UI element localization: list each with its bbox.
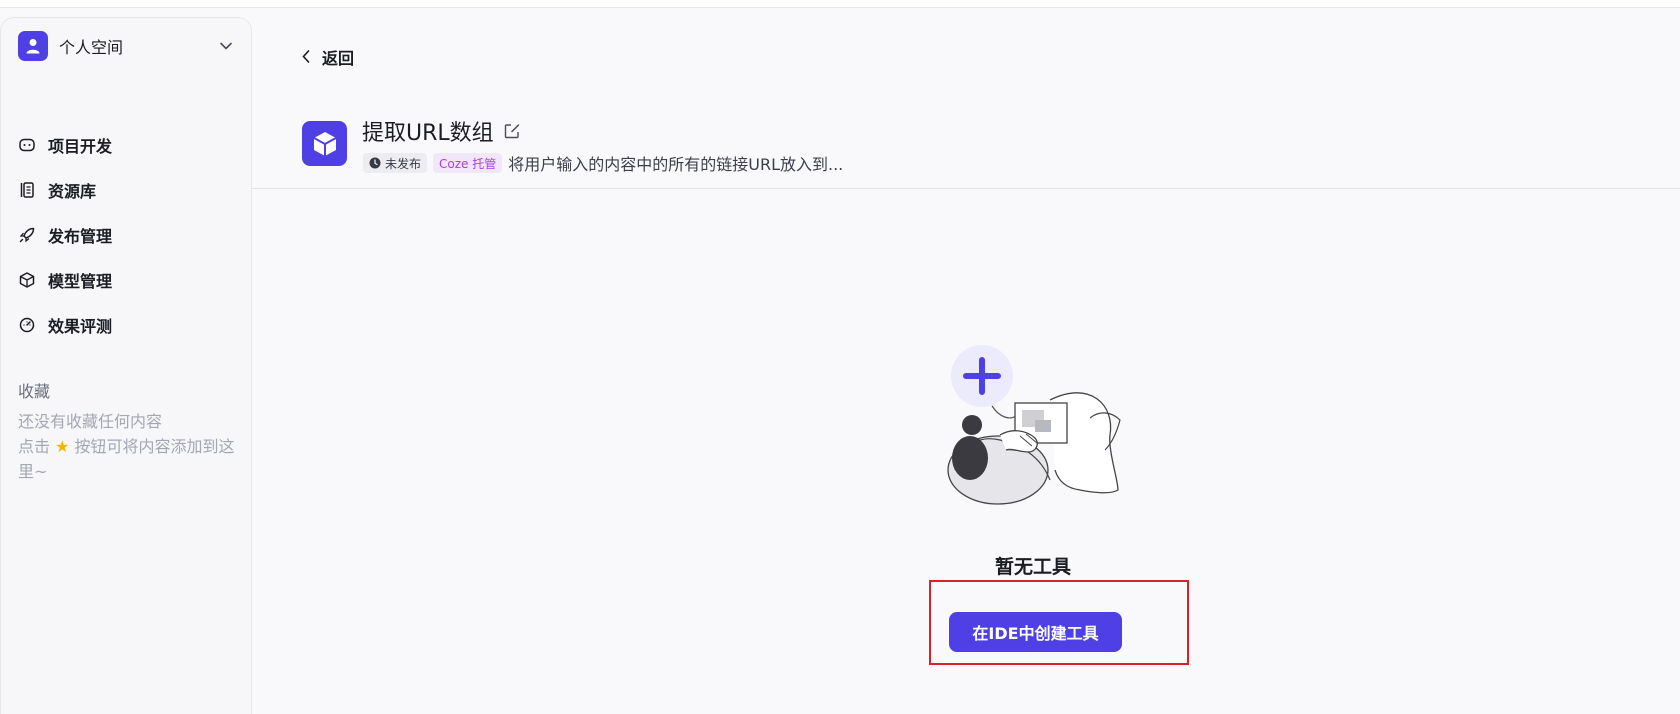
title-row: 提取URL数组 (362, 115, 522, 147)
favorites-empty-text: 还没有收藏任何内容 点击 ★ 按钮可将内容添加到这里~ (18, 409, 240, 484)
back-button[interactable]: 返回 (302, 45, 354, 69)
empty-state-title: 暂无工具 (995, 556, 1072, 578)
sidebar-item-label: 资源库 (48, 181, 97, 201)
favorites-empty-suffix: 按钮可将内容添加到这里~ (18, 437, 235, 481)
sidebar-item-label: 效果评测 (48, 316, 113, 336)
sidebar-nav: 项目开发 资源库 发布管理 模型管理 效果评测 (18, 122, 236, 347)
workspace-switcher[interactable]: 个人空间 (18, 31, 236, 61)
status-badge: 未发布 (363, 153, 428, 173)
empty-state-illustration (947, 345, 1121, 505)
chevron-left-icon (302, 48, 310, 67)
meta-row: 未发布 Coze 托管 将用户输入的内容中的所有的链接URL放入到... (363, 151, 843, 175)
sidebar-item-evaluation[interactable]: 效果评测 (18, 302, 236, 347)
library-icon (18, 181, 36, 199)
star-icon: ★ (55, 437, 70, 456)
edit-icon[interactable] (504, 122, 522, 140)
plugin-description: 将用户输入的内容中的所有的链接URL放入到... (508, 155, 844, 174)
user-icon (18, 31, 48, 61)
host-badge: Coze 托管 (433, 153, 503, 173)
favorites-empty-line1: 还没有收藏任何内容 (18, 412, 163, 431)
favorites-empty-prefix: 点击 (18, 437, 51, 456)
clock-icon (369, 157, 381, 169)
sidebar-item-project-dev[interactable]: 项目开发 (18, 122, 236, 167)
top-bar (0, 0, 1680, 8)
rocket-icon (18, 226, 36, 244)
gamepad-icon (18, 136, 36, 154)
sidebar-item-label: 发布管理 (48, 226, 113, 246)
sidebar-item-library[interactable]: 资源库 (18, 167, 236, 212)
highlight-box (929, 580, 1189, 665)
sidebar-item-label: 模型管理 (48, 271, 113, 291)
plugin-cube-icon (302, 121, 347, 166)
sidebar-item-label: 项目开发 (48, 136, 113, 156)
chevron-down-icon (218, 38, 234, 54)
header-divider (252, 188, 1680, 189)
sidebar-item-models[interactable]: 模型管理 (18, 257, 236, 302)
favorites-title: 收藏 (18, 382, 51, 401)
gauge-icon (18, 316, 36, 334)
back-label: 返回 (322, 49, 355, 68)
status-badge-label: 未发布 (385, 156, 422, 171)
sidebar-item-publish[interactable]: 发布管理 (18, 212, 236, 257)
page-title: 提取URL数组 (362, 121, 494, 146)
cube-outline-icon (18, 271, 36, 289)
workspace-name: 个人空间 (59, 38, 124, 57)
